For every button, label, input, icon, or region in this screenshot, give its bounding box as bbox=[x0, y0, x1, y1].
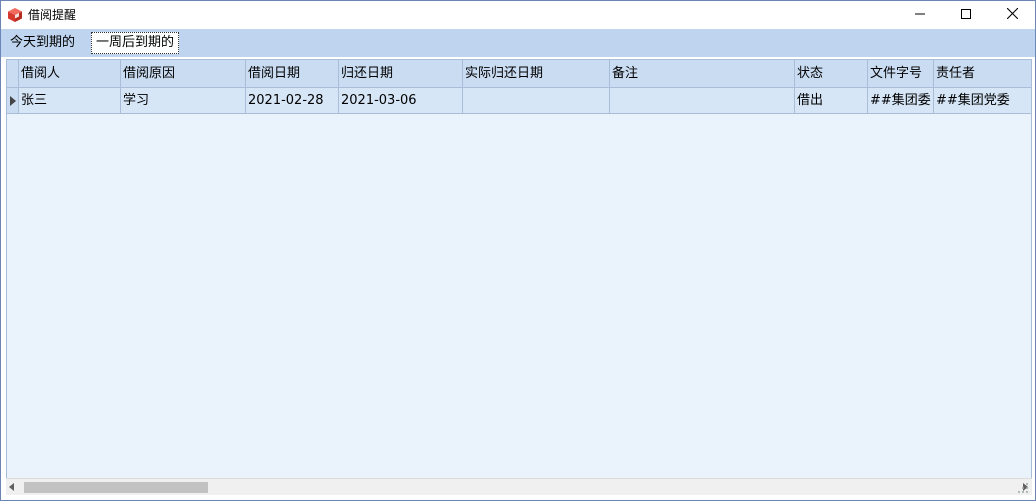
column-header-reason[interactable]: 借阅原因 bbox=[121, 60, 246, 87]
borrow-reminder-window: 借阅提醒 今天到期的 一周后到期的 借阅人 借阅原因 借阅日期 归还日期 实际归… bbox=[0, 0, 1036, 501]
column-header-responsible-party[interactable]: 责任者 bbox=[934, 60, 1031, 87]
borrow-table[interactable]: 借阅人 借阅原因 借阅日期 归还日期 实际归还日期 备注 状态 文件字号 责任者… bbox=[6, 59, 1032, 495]
window-title: 借阅提醒 bbox=[28, 8, 77, 22]
resize-grip-icon[interactable] bbox=[1015, 480, 1029, 494]
row-header-corner bbox=[7, 60, 19, 87]
cell-responsible-party[interactable]: ##集团党委 bbox=[934, 88, 1031, 113]
column-header-return-date[interactable]: 归还日期 bbox=[339, 60, 463, 87]
current-row-arrow-icon bbox=[10, 96, 16, 106]
table-header: 借阅人 借阅原因 借阅日期 归还日期 实际归还日期 备注 状态 文件字号 责任者 bbox=[7, 60, 1031, 88]
tab-due-today[interactable]: 今天到期的 bbox=[6, 32, 79, 54]
column-header-actual-return-date[interactable]: 实际归还日期 bbox=[463, 60, 610, 87]
tab-strip: 今天到期的 一周后到期的 bbox=[1, 29, 1035, 57]
cell-return-date[interactable]: 2021-03-06 bbox=[339, 88, 463, 113]
cell-reason[interactable]: 学习 bbox=[121, 88, 246, 113]
minimize-button[interactable] bbox=[897, 1, 943, 29]
close-button[interactable] bbox=[989, 1, 1035, 29]
cell-borrower[interactable]: 张三 bbox=[19, 88, 121, 113]
column-header-document-number[interactable]: 文件字号 bbox=[868, 60, 934, 87]
maximize-icon bbox=[961, 8, 971, 23]
scrollbar-thumb[interactable] bbox=[24, 482, 208, 493]
red-cube-icon bbox=[7, 7, 23, 23]
cell-borrow-date[interactable]: 2021-02-28 bbox=[246, 88, 339, 113]
cell-notes[interactable] bbox=[610, 88, 795, 113]
horizontal-scrollbar[interactable] bbox=[6, 478, 1032, 495]
maximize-button[interactable] bbox=[943, 1, 989, 29]
close-icon bbox=[1006, 7, 1018, 23]
column-header-borrow-date[interactable]: 借阅日期 bbox=[246, 60, 339, 87]
column-header-notes[interactable]: 备注 bbox=[610, 60, 795, 87]
cell-actual-return-date[interactable] bbox=[463, 88, 610, 113]
title-bar[interactable]: 借阅提醒 bbox=[1, 1, 1035, 29]
cell-status[interactable]: 借出 bbox=[795, 88, 868, 113]
table-row[interactable]: 张三 学习 2021-02-28 2021-03-06 借出 ##集团委 ##集… bbox=[7, 88, 1031, 114]
column-header-status[interactable]: 状态 bbox=[795, 60, 868, 87]
column-header-borrower[interactable]: 借阅人 bbox=[19, 60, 121, 87]
cell-document-number[interactable]: ##集团委 bbox=[868, 88, 934, 113]
minimize-icon bbox=[915, 8, 925, 23]
tab-due-next-week[interactable]: 一周后到期的 bbox=[91, 32, 180, 54]
scroll-left-icon[interactable] bbox=[9, 483, 14, 491]
row-selector[interactable] bbox=[7, 88, 19, 113]
